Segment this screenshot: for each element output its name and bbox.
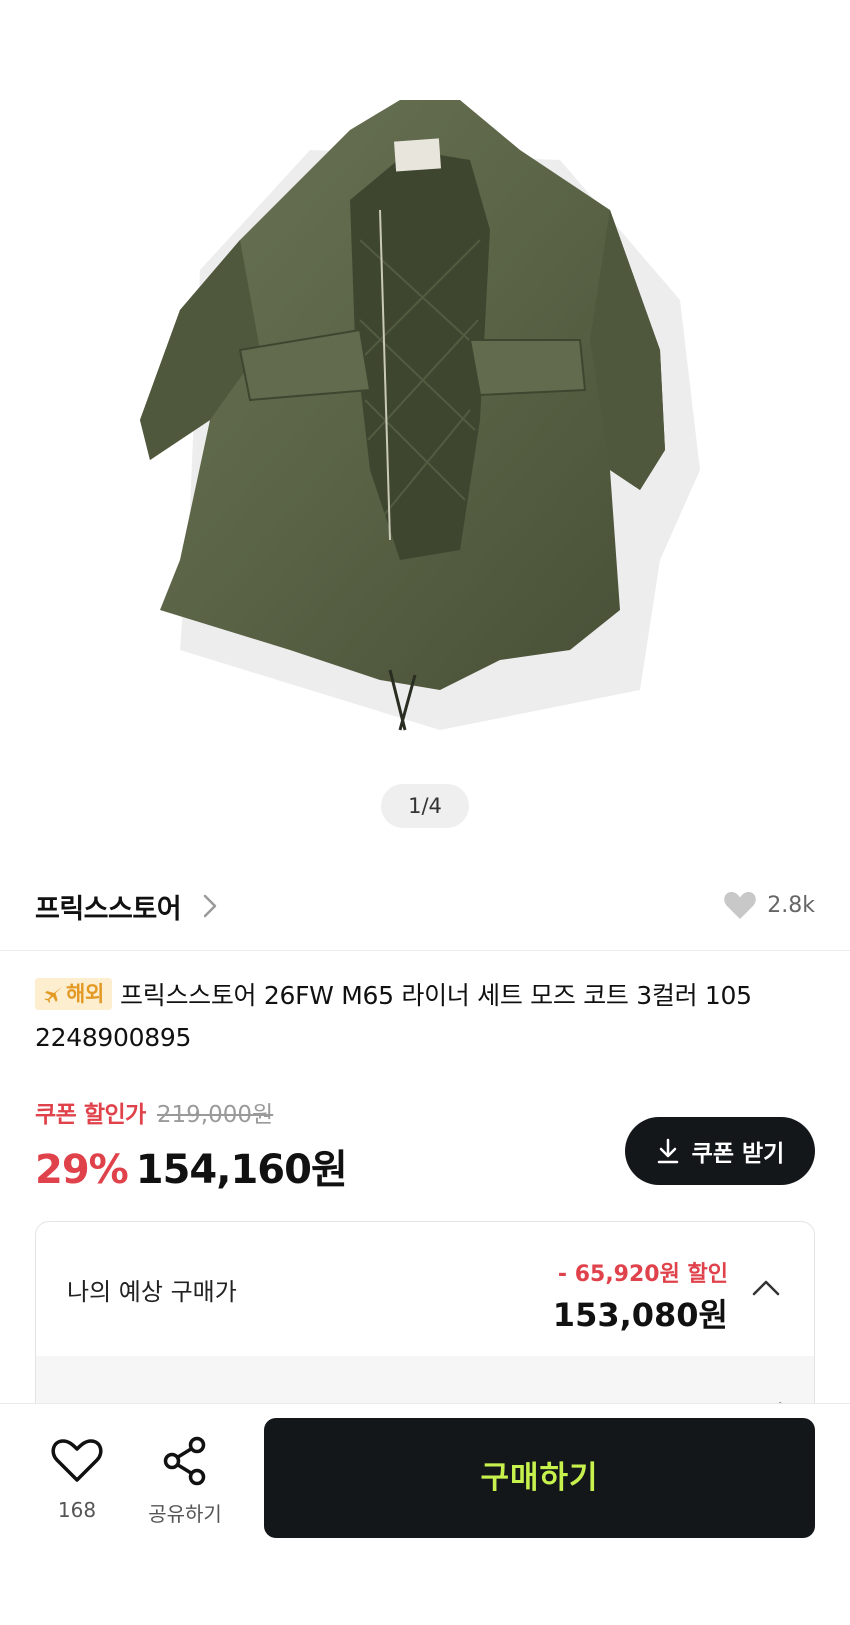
expected-discount: - 65,920원 할인 [557, 1262, 728, 1287]
share-label: 공유하기 [148, 1502, 222, 1526]
image-gallery[interactable]: 1/4 [0, 0, 850, 850]
product-title-text: 프릭스스토어 26FW M65 라이너 세트 모즈 코트 3컬러 105 224… [35, 981, 752, 1052]
heart-filled-icon[interactable] [723, 889, 757, 921]
brand-like[interactable]: 2.8k [723, 885, 815, 925]
get-coupon-label: 쿠폰 받기 [691, 1141, 785, 1167]
download-icon [657, 1138, 678, 1164]
share-icon [163, 1436, 206, 1486]
product-image [140, 100, 700, 731]
get-coupon-button[interactable]: 쿠폰 받기 [625, 1117, 815, 1185]
sale-price: 154,160원 [135, 1147, 348, 1193]
chevron-right-icon[interactable] [200, 891, 220, 921]
divider [0, 950, 850, 951]
airplane-icon [44, 987, 62, 1003]
heart-outline-icon [51, 1439, 103, 1482]
page-indicator: 1/4 [381, 784, 469, 828]
product-title: 해외 프릭스스토어 26FW M65 라이너 세트 모즈 코트 3컬러 105 2… [35, 975, 825, 1059]
discount-rate: 29% [35, 1147, 129, 1193]
bottom-action-bar: 168 공유하기 구매하기 [0, 1403, 850, 1625]
coupon-price-label: 쿠폰 할인가 [35, 1102, 146, 1128]
brand-row[interactable]: 프릭스스토어 2.8k [0, 875, 850, 951]
expected-price: 153,080원 [552, 1296, 728, 1334]
original-price: 219,000원 [156, 1102, 274, 1128]
like-count: 2.8k [767, 892, 815, 918]
price-block: 쿠폰 할인가 219,000원 29% 154,160원 쿠폰 받기 [35, 1095, 815, 1195]
product-title-block: 해외 프릭스스토어 26FW M65 라이너 세트 모즈 코트 3컬러 105 2… [35, 975, 825, 1059]
wish-button[interactable]: 168 [44, 1436, 110, 1522]
buy-button[interactable]: 구매하기 [264, 1418, 815, 1538]
expected-price-label: 나의 예상 구매가 [67, 1278, 237, 1306]
share-button[interactable]: 공유하기 [140, 1436, 230, 1527]
overseas-badge: 해외 [35, 978, 113, 1010]
chevron-up-icon[interactable] [752, 1278, 780, 1296]
wish-count: 168 [57, 1498, 97, 1522]
product-detail-page: 1/4 프릭스스토어 2.8k 해외 프릭스스토어 26FW M65 라이너 세트… [0, 0, 850, 1625]
badge-label: 해외 [66, 982, 105, 1006]
expected-price-summary: - 65,920원 할인 153,080원 [553, 1256, 728, 1336]
brand-name[interactable]: 프릭스스토어 [35, 887, 182, 926]
